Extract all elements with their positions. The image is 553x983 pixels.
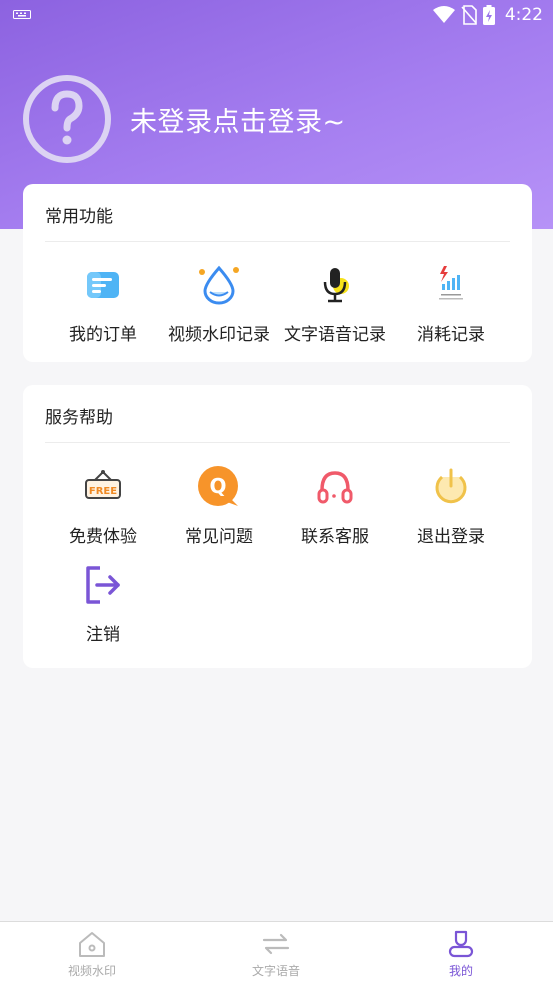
cancel-account-item[interactable]: 注销: [45, 562, 161, 645]
microphone-icon: [323, 268, 349, 303]
energy-consumption-icon: [439, 266, 463, 300]
nav-label: 我的: [448, 964, 473, 978]
battery-icon: [482, 5, 495, 25]
watermark-records-item[interactable]: 视频水印记录: [161, 262, 277, 345]
headset-icon: [317, 471, 353, 504]
swap-arrows-icon: [262, 933, 290, 955]
nav-label: 文字语音: [251, 964, 300, 978]
divider: [45, 241, 510, 242]
contact-support-item[interactable]: 联系客服: [277, 464, 393, 547]
item-label: 消耗记录: [417, 325, 485, 345]
bottom-navigation: 视频水印 文字语音 我的: [0, 921, 553, 983]
login-prompt[interactable]: 未登录点击登录~: [130, 100, 346, 139]
login-area[interactable]: 未登录点击登录~: [22, 74, 346, 164]
order-icon: [87, 272, 119, 298]
home-icon: [79, 932, 105, 957]
nav-tab-mine[interactable]: 我的: [396, 928, 526, 979]
wifi-icon: [432, 6, 455, 23]
status-bar: 4:22: [0, 0, 553, 30]
nav-label: 视频水印: [67, 964, 116, 978]
item-label: 退出登录: [417, 527, 485, 547]
svg-text:FREE: FREE: [89, 486, 117, 497]
divider: [45, 442, 510, 443]
status-time: 4:22: [504, 5, 543, 25]
item-label: 注销: [86, 625, 120, 645]
faq-q-icon: Q: [198, 466, 238, 506]
my-orders-item[interactable]: 我的订单: [45, 262, 161, 345]
item-label: 视频水印记录: [168, 325, 270, 345]
item-label: 我的订单: [69, 325, 137, 345]
nav-tab-video-watermark[interactable]: 视频水印: [27, 928, 157, 979]
item-label: 免费体验: [69, 527, 137, 547]
text-voice-records-item[interactable]: 文字语音记录: [277, 262, 393, 345]
question-avatar-icon[interactable]: [22, 74, 112, 164]
logout-item[interactable]: 退出登录: [393, 464, 509, 547]
item-label: 文字语音记录: [284, 325, 386, 345]
service-help-title: 服务帮助: [45, 408, 113, 428]
faq-item[interactable]: Q 常见问题: [161, 464, 277, 547]
watermark-drop-icon: [199, 265, 239, 305]
keyboard-icon: [13, 10, 31, 19]
item-label: 常见问题: [185, 527, 253, 547]
item-label: 联系客服: [301, 527, 369, 547]
nav-tab-text-voice[interactable]: 文字语音: [211, 928, 341, 979]
no-sim-icon: [461, 5, 477, 25]
free-sign-icon: FREE: [85, 470, 121, 499]
svg-text:Q: Q: [209, 474, 226, 498]
profile-icon: [448, 930, 474, 958]
common-functions-title: 常用功能: [45, 207, 113, 227]
logout-arrow-icon: [86, 566, 120, 604]
service-help-card: 服务帮助 FREE 免费体验 Q 常见问题 联系客服 退出登录 注销: [23, 385, 532, 668]
power-icon: [435, 468, 467, 504]
free-trial-item[interactable]: FREE 免费体验: [45, 464, 161, 547]
consumption-records-item[interactable]: 消耗记录: [393, 262, 509, 345]
common-functions-card: 常用功能 我的订单 视频水印记录 文字语音记录 消耗记录: [23, 184, 532, 362]
